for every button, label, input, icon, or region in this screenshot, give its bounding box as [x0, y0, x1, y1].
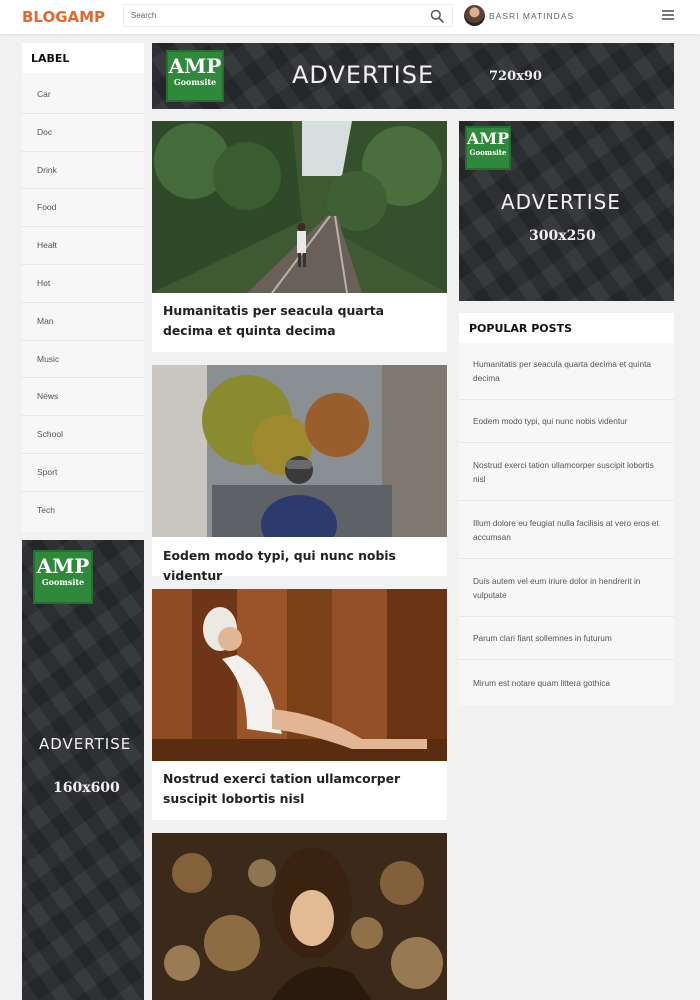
amp-logo: AMP Goomsite — [166, 50, 224, 102]
ad-text: ADVERTISE — [501, 190, 621, 214]
amp-logo-text: AMP — [168, 54, 222, 78]
post-card[interactable] — [152, 833, 447, 1000]
sidebar-item-music[interactable]: Music — [22, 341, 144, 379]
popular-post-item[interactable]: Nostrud exerci tation ullamcorper suscip… — [459, 443, 674, 501]
post-card[interactable]: Nostrud exerci tation ullamcorper suscip… — [152, 589, 447, 820]
sidebar-item-doc[interactable]: Doc — [22, 114, 144, 152]
sidebar-item-tech[interactable]: Tech — [22, 492, 144, 530]
top-navbar: BLOGAMP BASRI MATINDAS — [0, 0, 700, 34]
sidebar-item-car[interactable]: Car — [22, 76, 144, 114]
popular-posts-list: Humanitatis per seacula quarta decima et… — [459, 343, 674, 705]
label-list: Car Doc Drink Food Healt Hot Man Music N… — [22, 73, 144, 532]
ad-banner-300x250[interactable]: AMP Goomsite ADVERTISE 300x250 — [459, 121, 674, 301]
sidebar-item-sport[interactable]: Sport — [22, 454, 144, 492]
post-title[interactable]: Eodem modo typi, qui nunc nobis videntur — [163, 546, 435, 586]
avatar[interactable] — [464, 5, 485, 26]
sidebar-item-healt[interactable]: Healt — [22, 227, 144, 265]
popular-post-item[interactable]: Duis autem vel eum iriure dolor in hendr… — [459, 559, 674, 617]
user-name[interactable]: BASRI MATINDAS — [489, 11, 574, 21]
amp-logo-subtext: Goomsite — [41, 577, 85, 587]
sidebar-item-drink[interactable]: Drink — [22, 152, 144, 190]
popular-post-item[interactable]: Illum dolore eu feugiat nulla facilisis … — [459, 501, 674, 559]
violinist-bokeh-image — [152, 833, 447, 1000]
sidebar-title: LABEL — [31, 52, 70, 65]
search-box[interactable] — [123, 4, 453, 27]
sidebar-item-hot[interactable]: Hot — [22, 265, 144, 303]
city-street-image — [152, 365, 447, 537]
post-thumbnail[interactable] — [152, 121, 447, 293]
post-title[interactable]: Humanitatis per seacula quarta decima et… — [163, 301, 435, 341]
ad-size: 300x250 — [529, 228, 596, 244]
popular-posts-widget: POPULAR POSTS Humanitatis per seacula qu… — [459, 313, 674, 705]
ad-size: 160x600 — [53, 780, 120, 796]
amp-logo-subtext: Goomsite — [469, 148, 507, 157]
post-card[interactable]: Eodem modo typi, qui nunc nobis videntur — [152, 365, 447, 583]
post-thumbnail[interactable] — [152, 365, 447, 537]
post-title[interactable]: Nostrud exerci tation ullamcorper suscip… — [163, 769, 435, 809]
ad-banner-160x600[interactable]: AMP Goomsite ADVERTISE 160x600 — [22, 540, 144, 1000]
popular-post-item[interactable]: Humanitatis per seacula quarta decima et… — [459, 343, 674, 400]
post-card[interactable]: Humanitatis per seacula quarta decima et… — [152, 121, 447, 352]
sidebar-item-food[interactable]: Food — [22, 189, 144, 228]
popular-posts-title: POPULAR POSTS — [469, 322, 572, 335]
search-input[interactable] — [124, 5, 424, 26]
hamburger-menu-icon[interactable] — [662, 10, 674, 21]
amp-logo: AMP Goomsite — [33, 550, 93, 604]
ad-text: ADVERTISE — [292, 61, 435, 89]
amp-logo-subtext: Goomsite — [173, 77, 217, 87]
post-thumbnail[interactable] — [152, 589, 447, 761]
ad-banner-720x90[interactable]: AMP Goomsite ADVERTISE 720x90 — [152, 43, 674, 109]
label-sidebar: LABEL Car Doc Drink Food Healt Hot Man M… — [22, 43, 144, 532]
ad-text: ADVERTISE — [39, 735, 132, 753]
amp-logo-text: AMP — [467, 129, 510, 148]
amp-logo-text: AMP — [36, 554, 90, 578]
railway-forest-image — [152, 121, 447, 293]
popular-post-item[interactable]: Eodem modo typi, qui nunc nobis videntur — [459, 400, 674, 443]
sidebar-item-news[interactable]: News — [22, 378, 144, 417]
search-icon[interactable] — [430, 9, 444, 23]
sidebar-item-school[interactable]: School — [22, 416, 144, 454]
ad-size: 720x90 — [489, 69, 542, 84]
site-logo[interactable]: BLOGAMP — [22, 8, 105, 26]
popular-post-item[interactable]: Parum clari fiant sollemnes in futurum — [459, 617, 674, 660]
post-thumbnail[interactable] — [152, 833, 447, 1000]
amp-logo: AMP Goomsite — [465, 126, 511, 170]
sidebar-item-man[interactable]: Man — [22, 303, 144, 341]
sauna-woman-image — [152, 589, 447, 761]
popular-post-item[interactable]: Mirum est notare quam littera gothica — [459, 660, 674, 705]
